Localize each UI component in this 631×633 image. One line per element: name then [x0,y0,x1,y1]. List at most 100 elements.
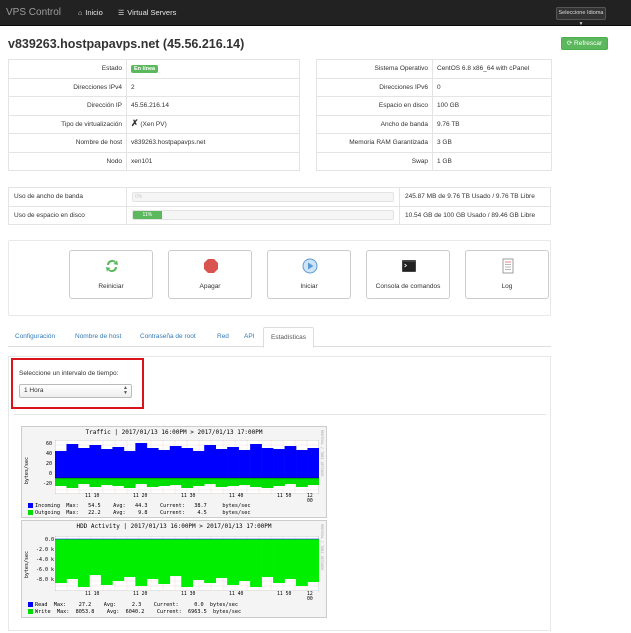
legend-stats: Max: 54.5 Avg: 44.3 Current: 38.7 bytes/… [66,503,251,509]
write-bar [204,539,216,583]
write-bar [55,539,67,583]
outgoing-bar [158,478,171,486]
legend-stats: Max: 8053.8 Avg: 6040.2 Current: 6963.5 … [56,609,242,615]
y-tick: 60 [45,441,52,447]
outgoing-bar [112,478,125,486]
hdd-plot-area [55,536,319,591]
outgoing-bar [77,478,90,484]
legend-swatch [28,510,33,515]
info-label: Nodo [8,151,127,171]
list-icon: ☰ [118,10,125,17]
tab-root-password[interactable]: Contraseña de root [140,333,196,340]
legend-swatch [28,503,33,508]
write-bar [250,539,262,587]
write-bar [66,539,79,579]
incoming-bar [135,443,148,478]
outgoing-bar [89,478,102,487]
outgoing-bar [307,478,319,485]
outgoing-bar [100,478,113,485]
outgoing-bar [123,478,136,488]
tab-api[interactable]: API [244,333,254,340]
write-bar [146,539,159,579]
outgoing-bar [169,478,182,485]
write-bar [135,539,148,586]
outgoing-bar [250,478,262,487]
action-label: Iniciar [300,283,318,290]
write-bar [77,539,90,587]
action-label: Consola de comandos [375,283,441,290]
outgoing-bar [284,478,297,484]
tab-statistics[interactable]: Estadísticas [263,327,315,348]
info-value: 0 [432,77,552,97]
action-label: Apagar [199,283,221,290]
nav-home-link[interactable]: ⌂ Inicio [78,8,103,17]
rrdtool-credit: RRDTOOL / TOBI OETIKER [320,430,324,477]
write-bar [123,539,136,577]
table-row: Swap 1 GB [316,151,552,171]
incoming-bar [146,448,159,478]
write-bar [181,539,194,587]
nav-servers-label: Virtual Servers [127,8,177,17]
nav-servers-link[interactable]: ☰ Virtual Servers [118,8,176,17]
stop-icon [204,259,218,273]
write-bar [158,539,171,584]
language-dropdown[interactable]: Seleccione Idioma ▾ [556,7,606,27]
xen-logo-icon: ✗ [131,118,139,129]
usage-label: Uso de espacio en disco [8,205,127,225]
outgoing-bar [238,478,251,485]
server-info-table-left: Estado En línea Direcciones IPv4 2 Direcci… [8,59,300,171]
refresh-label: Refrescar [574,40,603,47]
tab-network[interactable]: Red [217,333,229,340]
info-label: Ancho de banda [316,114,433,134]
outgoing-bar [227,478,239,486]
actions-panel: Reiniciar Apagar Iniciar Consola de coma… [8,240,551,316]
disk-progress-bar: 11% [132,210,394,221]
start-button[interactable]: Iniciar [267,250,351,299]
y-tick: 40 [45,451,52,457]
info-label: Sistema Operativo [316,59,433,79]
incoming-bar [215,449,228,478]
y-tick: 0 [48,471,52,477]
table-row: Uso de espacio en disco 11% 10.54 GB de … [8,205,551,225]
server-info-table-right: Sistema Operativo CentOS 6.8 x86_64 with … [316,59,552,171]
incoming-bar [296,450,308,478]
reboot-button[interactable]: Reiniciar [69,250,153,299]
refresh-button[interactable]: ⟳ Refrescar [561,37,608,50]
info-value: 1 GB [432,151,552,171]
write-bar [89,539,102,575]
outgoing-bar [296,478,308,487]
table-row: Espacio en disco 100 GB [316,96,552,116]
table-row: Memoria RAM Garantizada 3 GB [316,133,552,153]
info-value: 9.76 TB [432,114,552,134]
tab-hostname[interactable]: Nombre de host [75,333,121,340]
traffic-plot-area [55,440,319,494]
console-button[interactable]: Consola de comandos [366,250,450,299]
info-value: 3 GB [432,133,552,153]
table-row: Ancho de banda 9.76 TB [316,114,552,134]
info-value: 2 [126,77,300,97]
progress-fill: 0% [133,192,393,201]
info-label: Direcciones IPv4 [8,77,127,97]
write-bar [169,539,182,576]
x-tick: 11 10 [85,592,100,597]
info-value: ✗ (Xen PV) [126,114,300,134]
table-row: Tipo de virtualización ✗ (Xen PV) [8,114,300,134]
tab-configuracion[interactable]: Configuración [15,333,55,340]
x-tick: 11 30 [181,592,196,597]
log-button[interactable]: Log [465,250,549,299]
traffic-graph: Traffic | 2017/01/13 16:00PM > 2017/01/1… [21,426,327,518]
brand-logo[interactable]: VPS Control [6,7,61,18]
table-row: Dirección IP 45.56.216.14 [8,96,300,116]
home-icon: ⌂ [78,10,83,17]
outgoing-bar [204,478,216,484]
shutdown-button[interactable]: Apagar [168,250,252,299]
table-row: Sistema Operativo CentOS 6.8 x86_64 with … [316,59,552,79]
usage-detail: 245.87 MB de 9.76 TB Usado / 9.76 TB Lib… [399,187,551,207]
table-row: Nodo xen101 [8,151,300,171]
incoming-bar [100,449,113,478]
legend-read: Read Max: 27.2 Avg: 2.3 Current: 0.0 byt… [28,602,238,608]
write-bar [273,539,285,583]
info-value: 100 GB [432,96,552,116]
x-tick: 11 20 [133,592,148,597]
refresh-small-icon: ⟳ [566,40,573,47]
